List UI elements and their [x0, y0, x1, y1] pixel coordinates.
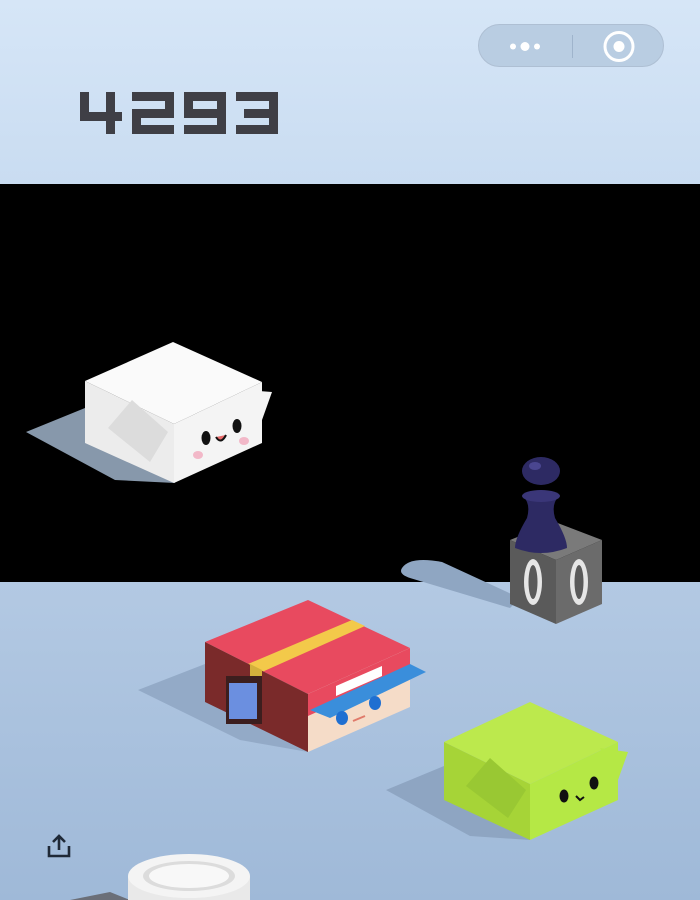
share-button[interactable] — [44, 832, 74, 862]
more-button[interactable] — [479, 25, 571, 68]
more-dots-icon — [510, 42, 540, 51]
score-display: 4293 — [80, 92, 280, 134]
score-digits — [80, 92, 278, 134]
share-upload-icon — [47, 834, 71, 858]
close-button[interactable] — [573, 25, 665, 68]
miniprogram-capsule — [478, 24, 664, 67]
target-close-icon — [603, 31, 635, 62]
